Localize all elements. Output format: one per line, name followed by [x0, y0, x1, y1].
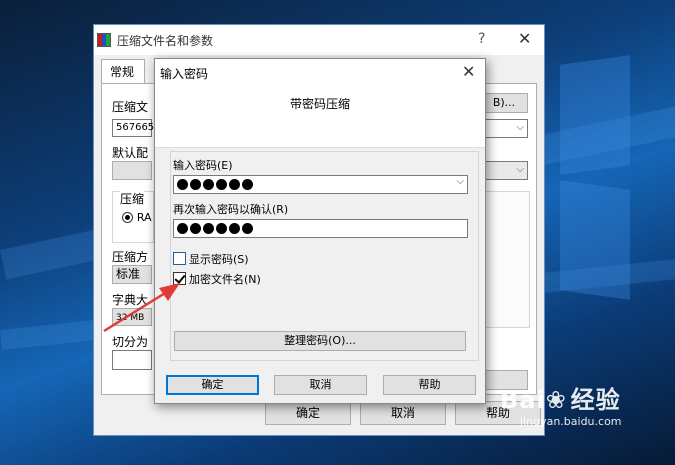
watermark-brand: Bai: [500, 386, 546, 414]
watermark-url: jingyan.baidu.com: [520, 415, 622, 428]
paw-icon: ❀: [545, 386, 567, 414]
arrow-shaft: [103, 288, 171, 333]
watermark-brand-cn: 经验: [570, 386, 621, 414]
arrow-head: [159, 283, 180, 301]
baidu-watermark: Bai❀ 经验 jingyan.baidu.com: [500, 380, 622, 428]
